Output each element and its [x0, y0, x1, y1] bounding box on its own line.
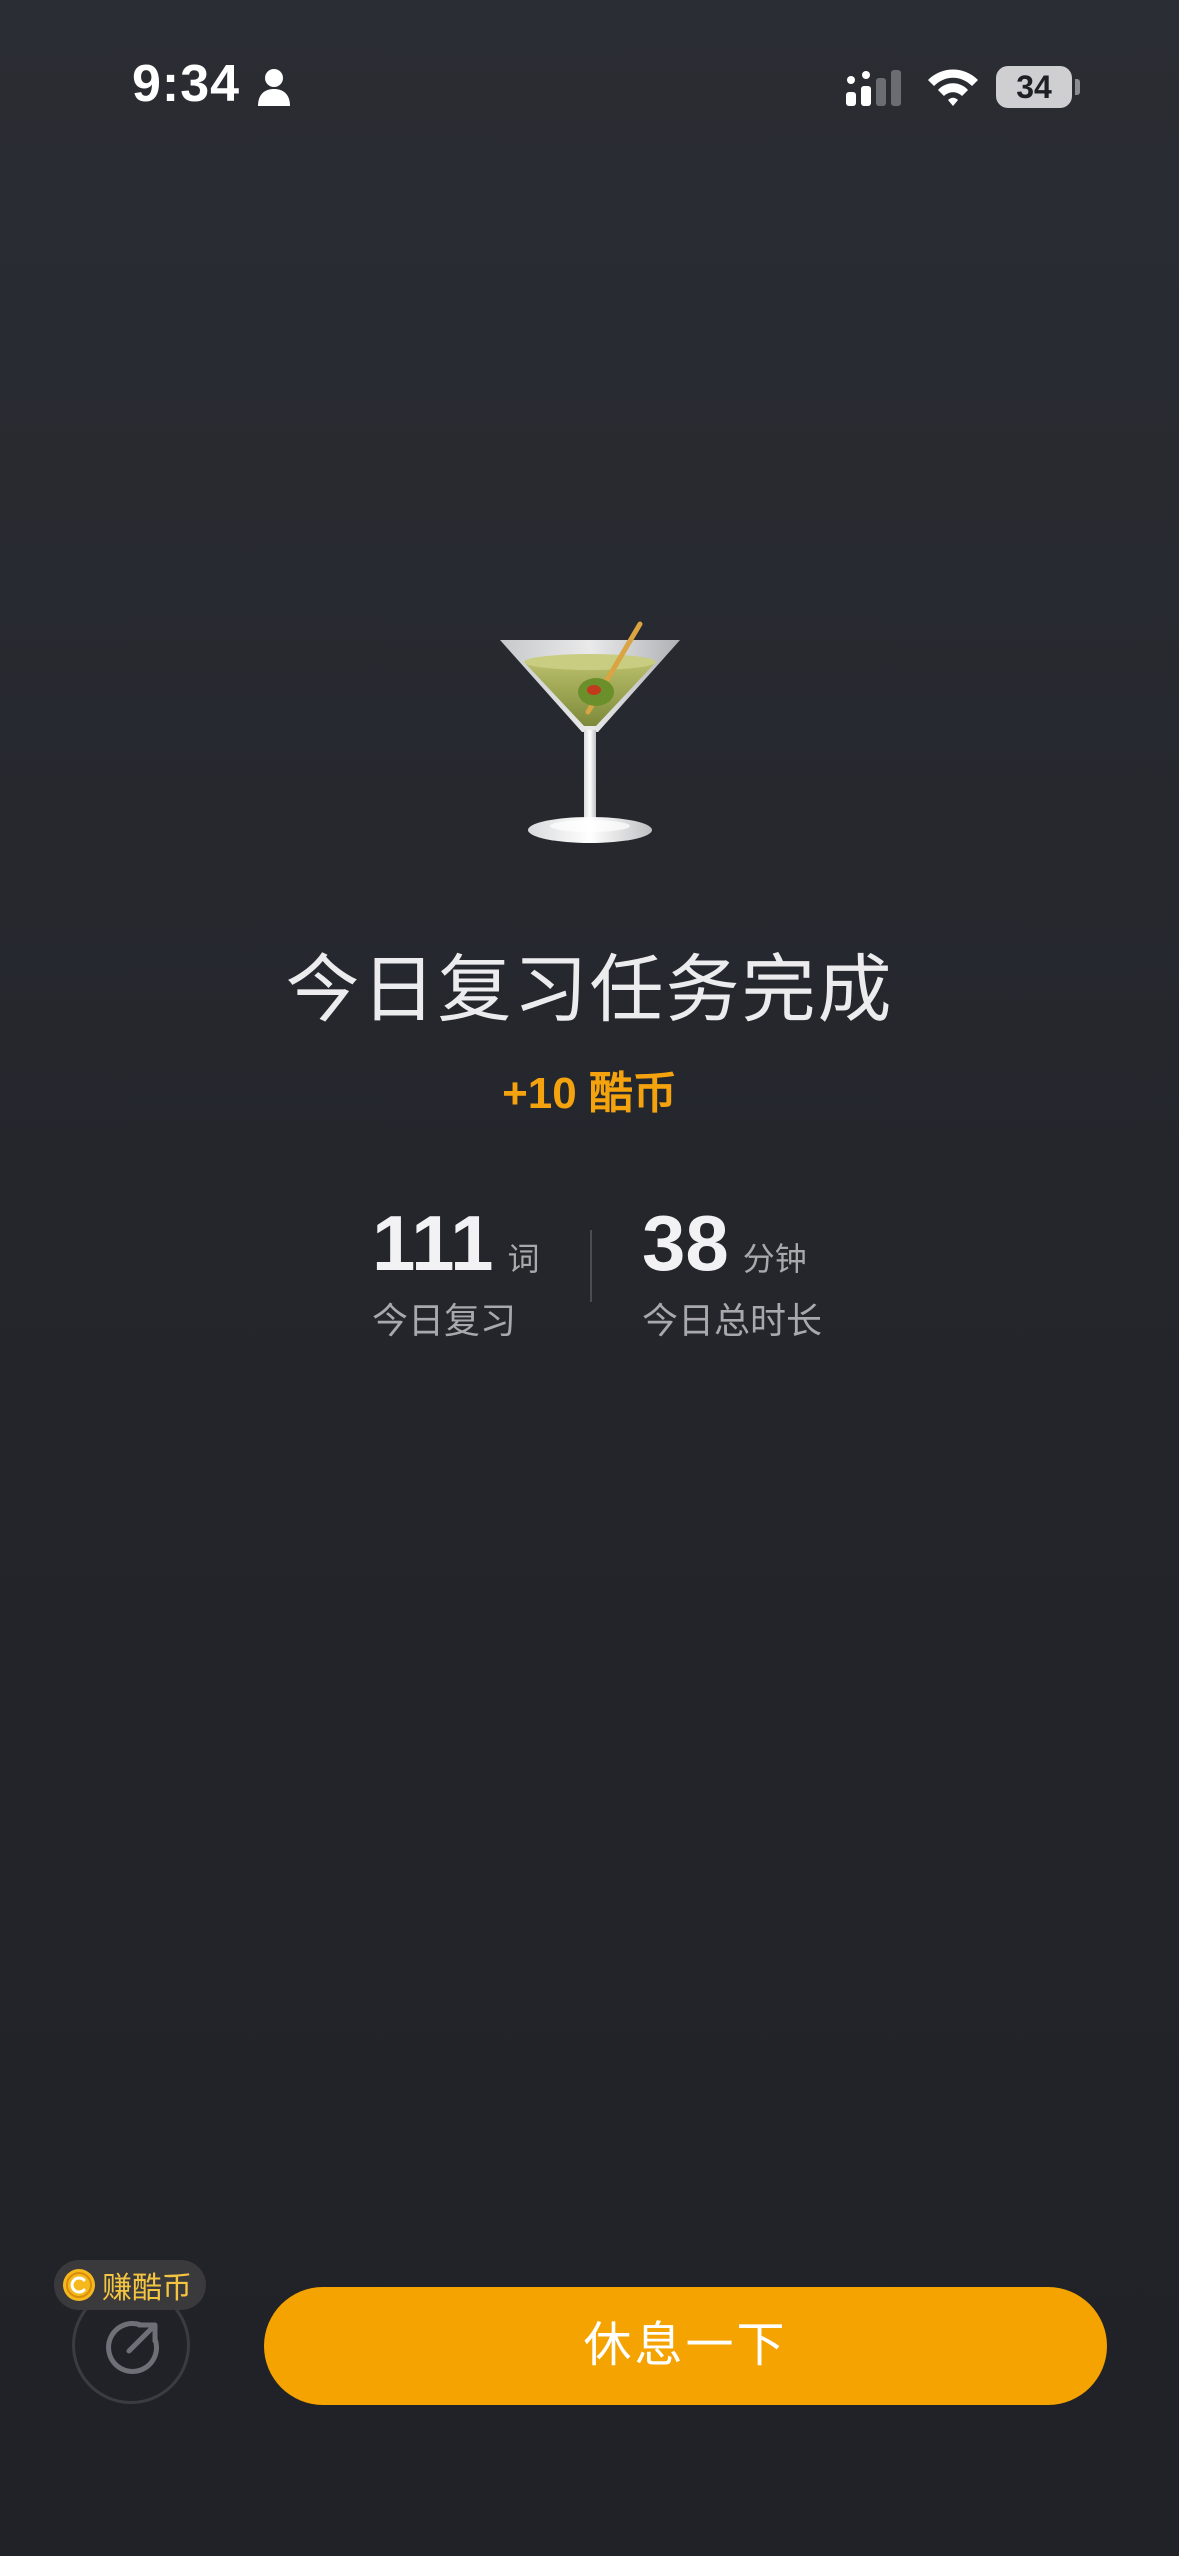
wifi-icon	[928, 69, 978, 106]
share-arrow-icon	[106, 2320, 160, 2374]
reward-text: +10 酷币	[502, 1069, 677, 1118]
duration-unit: 分钟	[742, 1241, 807, 1277]
daily-stats: 111 词 今日复习 38 分钟 今日总时长	[0, 1190, 1179, 1350]
task-complete-title: 今日复习任务完成	[285, 948, 894, 1031]
battery-indicator: 34	[996, 66, 1080, 108]
take-a-break-button[interactable]: 休息一下	[264, 2287, 1107, 2405]
review-unit: 词	[507, 1241, 540, 1277]
coin-icon	[63, 2269, 95, 2301]
earn-coins-badge[interactable]: 赚酷币	[54, 2260, 206, 2310]
duration-label: 今日总时长	[642, 1300, 823, 1341]
person-icon	[258, 69, 290, 106]
duration-value-row: 38 分钟	[642, 1198, 807, 1289]
review-label: 今日复习	[372, 1300, 517, 1341]
earn-coins-label: 赚酷币	[102, 2272, 192, 2305]
review-count: 111	[372, 1199, 494, 1287]
status-time: 9:34	[132, 55, 241, 113]
duration-value: 38	[642, 1199, 729, 1287]
review-stat: 111 词 今日复习	[372, 1190, 592, 1350]
battery-level: 34	[996, 66, 1072, 108]
duration-stat: 38 分钟 今日总时长	[642, 1190, 902, 1350]
battery-cap	[1075, 79, 1080, 95]
cocktail-glass-icon	[500, 621, 680, 843]
status-bar: 9:34 34	[0, 0, 1179, 170]
stats-divider	[590, 1230, 592, 1302]
cellular-signal-icon	[846, 70, 901, 106]
review-value-row: 111 词	[372, 1198, 540, 1289]
